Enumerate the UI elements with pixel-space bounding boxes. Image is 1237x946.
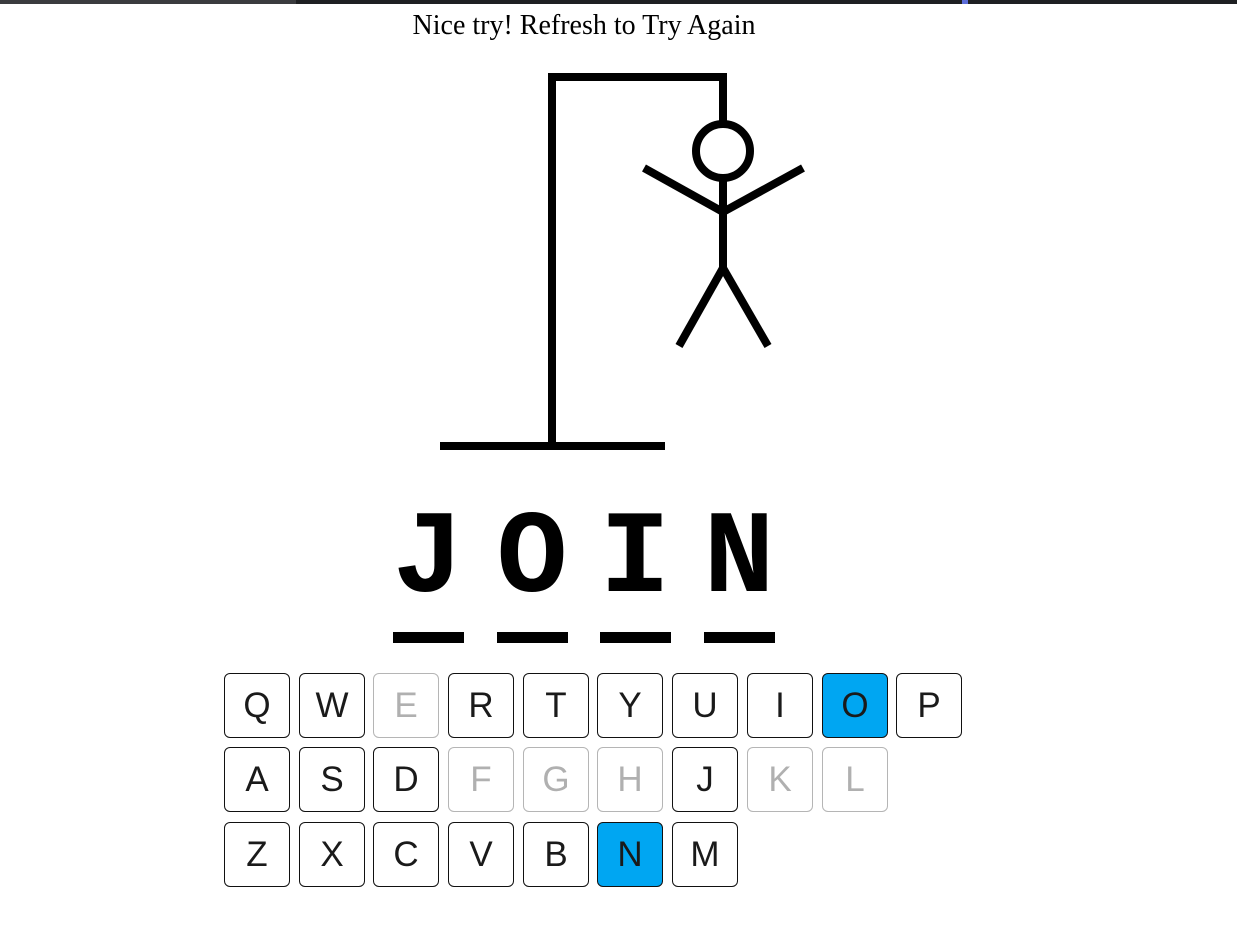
key-d[interactable]: D	[373, 747, 439, 812]
key-p[interactable]: P	[896, 673, 962, 738]
key-m[interactable]: M	[672, 822, 738, 887]
letter-slot: I	[599, 498, 671, 644]
key-e[interactable]: E	[373, 673, 439, 738]
hangman-left-leg	[675, 266, 727, 348]
key-f[interactable]: F	[448, 747, 514, 812]
key-w[interactable]: W	[299, 673, 365, 738]
hangman-head	[692, 120, 754, 182]
hangman-drawing	[440, 73, 805, 450]
letter-underline	[497, 632, 568, 643]
key-z[interactable]: Z	[224, 822, 290, 887]
key-r[interactable]: R	[448, 673, 514, 738]
key-a[interactable]: A	[224, 747, 290, 812]
letter-underline	[600, 632, 671, 643]
word-display: J O I N	[392, 498, 784, 648]
revealed-letter: I	[599, 494, 671, 627]
revealed-letter: N	[703, 494, 775, 627]
letter-slot: N	[703, 498, 775, 644]
key-i[interactable]: I	[747, 673, 813, 738]
key-l[interactable]: L	[822, 747, 888, 812]
key-h[interactable]: H	[597, 747, 663, 812]
key-u[interactable]: U	[672, 673, 738, 738]
letter-underline	[393, 632, 464, 643]
key-b[interactable]: B	[523, 822, 589, 887]
letter-slot: O	[496, 498, 568, 644]
key-c[interactable]: C	[373, 822, 439, 887]
letter-underline	[704, 632, 775, 643]
key-q[interactable]: Q	[224, 673, 290, 738]
key-t[interactable]: T	[523, 673, 589, 738]
key-x[interactable]: X	[299, 822, 365, 887]
revealed-letter: J	[392, 494, 464, 627]
key-v[interactable]: V	[448, 822, 514, 887]
hangman-right-leg	[719, 266, 772, 348]
key-s[interactable]: S	[299, 747, 365, 812]
key-j[interactable]: J	[672, 747, 738, 812]
letter-slot: J	[392, 498, 464, 644]
revealed-letter: O	[496, 494, 568, 627]
key-y[interactable]: Y	[597, 673, 663, 738]
key-n[interactable]: N	[597, 822, 663, 887]
key-k[interactable]: K	[747, 747, 813, 812]
key-g[interactable]: G	[523, 747, 589, 812]
key-o[interactable]: O	[822, 673, 888, 738]
